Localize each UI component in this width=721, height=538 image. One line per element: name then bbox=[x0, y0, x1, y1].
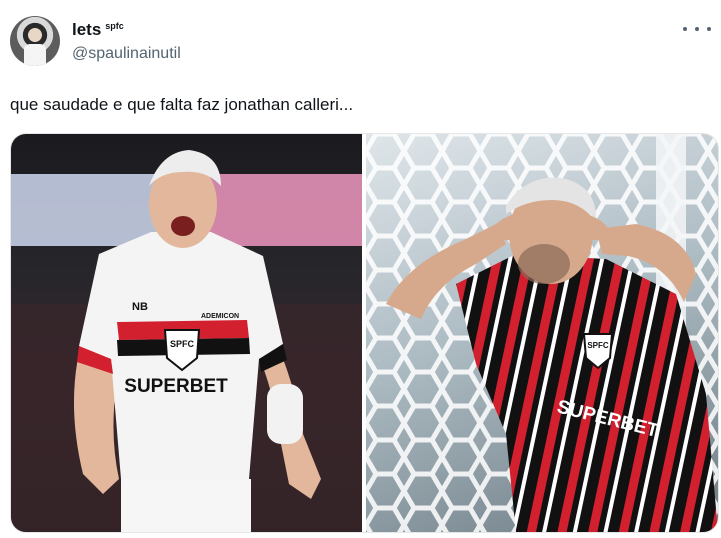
more-dot bbox=[683, 27, 687, 31]
more-horizontal-icon[interactable] bbox=[683, 22, 711, 36]
photo-player-celebrating-home-kit[interactable]: SPFC SUPERBET NB ADEMICON bbox=[11, 134, 362, 532]
tweet: lets spfc @spaulinainutil que saudade e … bbox=[0, 0, 721, 538]
left-shirt-sponsor: SUPERBET bbox=[124, 376, 228, 397]
tweet-text: que saudade e que falta faz jonathan cal… bbox=[10, 95, 354, 114]
photo-player-celebrating-away-kit[interactable]: SPFC SUPERBET bbox=[366, 134, 718, 532]
left-sleeve-brand: ADEMICON bbox=[201, 313, 239, 320]
author-handle[interactable]: @spaulinainutil bbox=[72, 45, 181, 63]
right-crest-text: SPFC bbox=[587, 341, 609, 350]
left-kit-brand: NB bbox=[132, 301, 148, 313]
tweet-media: SPFC SUPERBET NB ADEMICON SPFC SUPERBET bbox=[10, 133, 719, 533]
author-display-name[interactable]: lets bbox=[72, 19, 101, 41]
author-avatar[interactable] bbox=[10, 16, 60, 66]
photo-right-illustration: SPFC SUPERBET bbox=[366, 134, 718, 532]
more-dot bbox=[707, 27, 711, 31]
left-crest-text: SPFC bbox=[170, 339, 195, 349]
photo-left-illustration: SPFC SUPERBET NB ADEMICON bbox=[11, 150, 362, 532]
author-name-badge: spfc bbox=[105, 21, 124, 31]
author-name-row[interactable]: lets spfc bbox=[72, 19, 124, 41]
more-dot bbox=[695, 27, 699, 31]
